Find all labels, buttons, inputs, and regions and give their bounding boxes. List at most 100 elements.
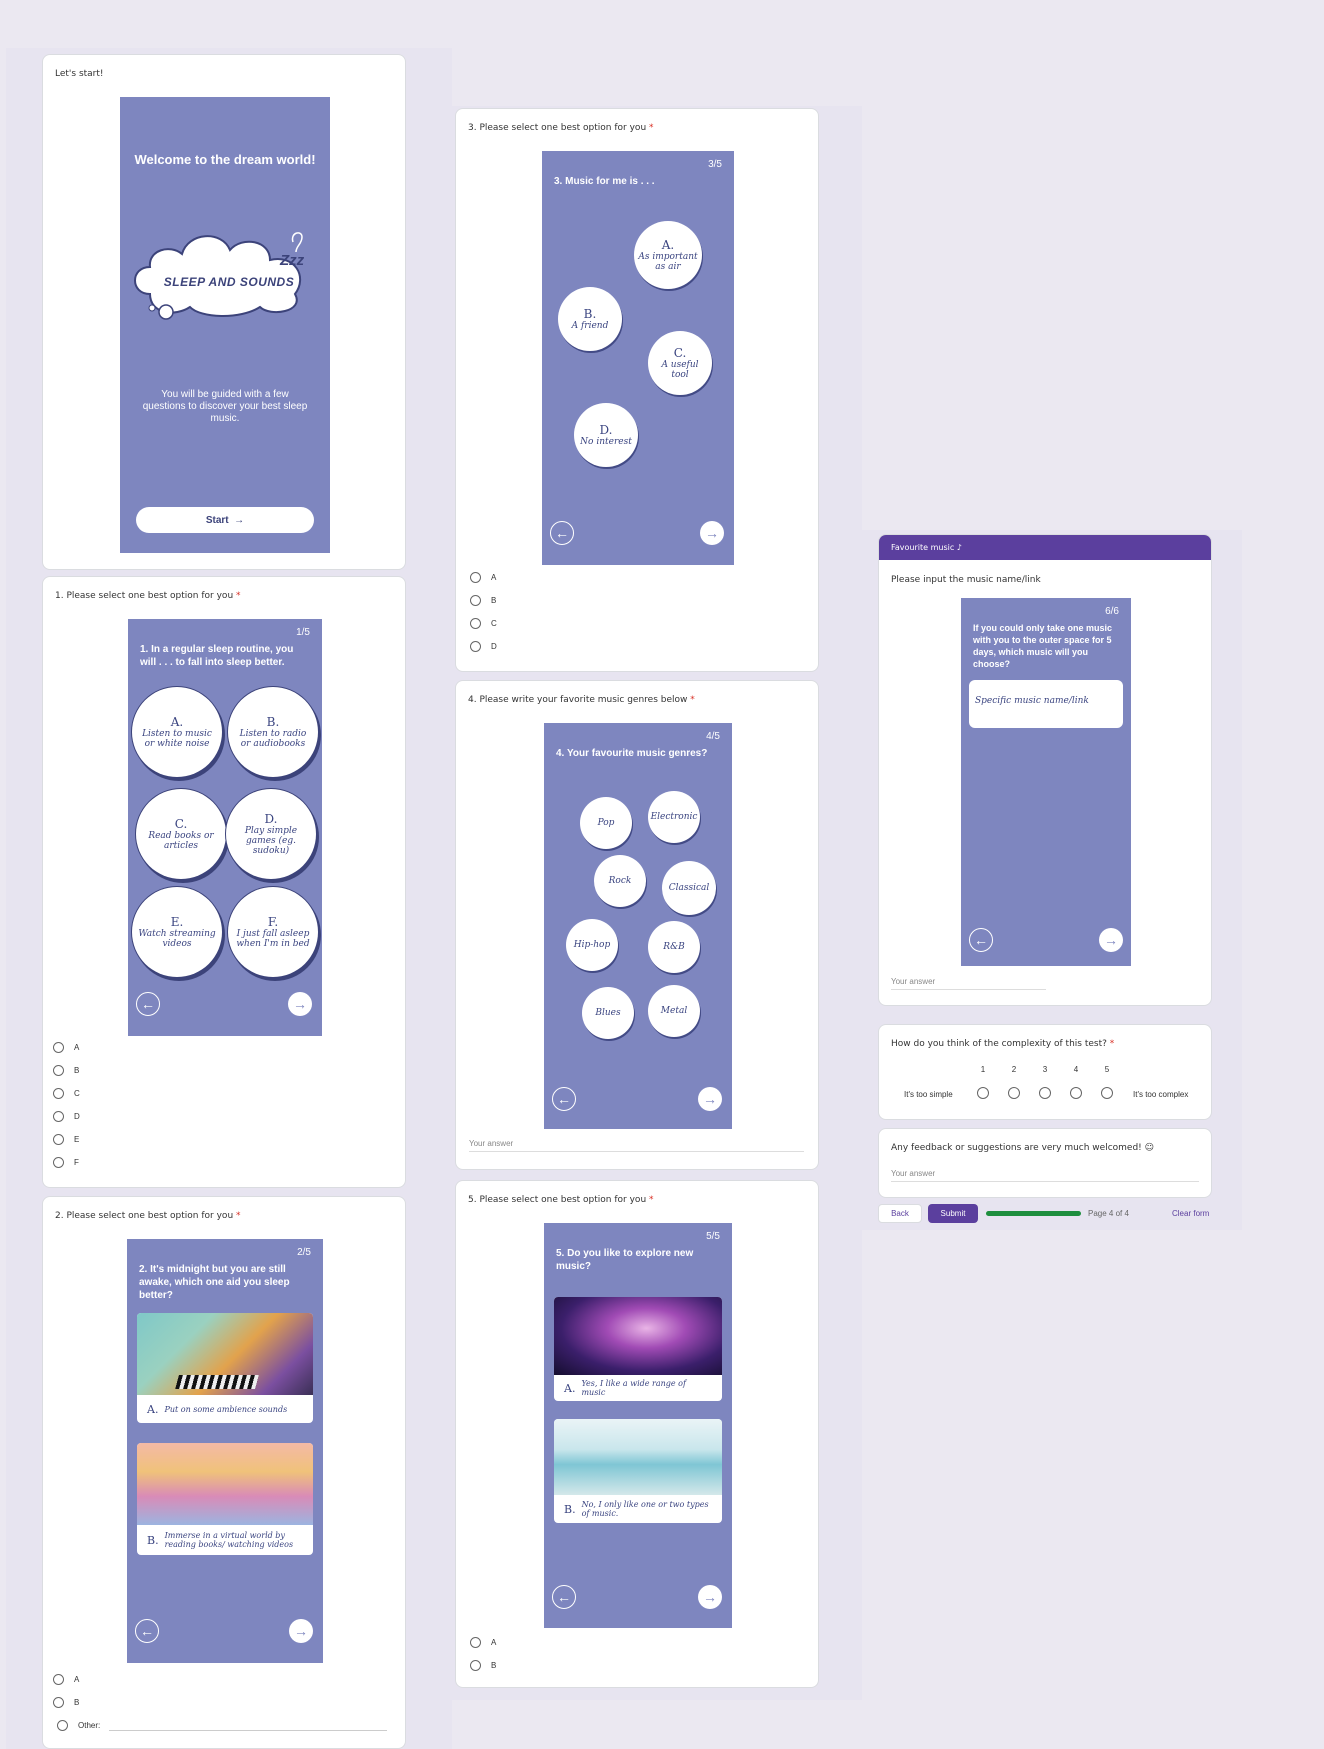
- question-1-card: 1. Please select one best option for you…: [42, 576, 406, 1188]
- next-arrow-icon[interactable]: →: [289, 1619, 313, 1643]
- question-7-card: How do you think of the complexity of th…: [878, 1024, 1212, 1120]
- radio-option-b[interactable]: B: [53, 1065, 79, 1076]
- intro-description: You will be guided with a few questions …: [142, 389, 308, 424]
- next-arrow-icon[interactable]: →: [698, 1585, 722, 1609]
- progress-fill: [986, 1211, 1081, 1216]
- radio-option-c[interactable]: C: [470, 618, 497, 629]
- radio-option-b[interactable]: B: [53, 1697, 79, 1708]
- radio-option-other[interactable]: Other:: [57, 1720, 100, 1731]
- radio-option-d[interactable]: D: [53, 1111, 80, 1122]
- radio-circle-icon: [470, 618, 481, 629]
- option-b-card[interactable]: B. No, I only like one or two types of mu…: [554, 1419, 722, 1523]
- scale-radio-3[interactable]: [1039, 1087, 1051, 1099]
- question-2-label: 2. Please select one best option for you…: [55, 1211, 241, 1221]
- page-indicator: Page 4 of 4: [1088, 1209, 1129, 1218]
- option-a-card[interactable]: A. Yes, I like a wide range of music: [554, 1297, 722, 1401]
- option-b-card[interactable]: B. Immerse in a virtual world by reading …: [137, 1443, 313, 1555]
- question-5-label: 5. Please select one best option for you…: [468, 1195, 654, 1205]
- genre-hiphop-bubble[interactable]: Hip-hop: [566, 919, 618, 971]
- intro-title: Welcome to the dream world!: [134, 152, 316, 167]
- genre-pop-bubble[interactable]: Pop: [580, 797, 632, 849]
- scale-number: 3: [1042, 1065, 1048, 1074]
- back-arrow-icon[interactable]: ←: [552, 1585, 576, 1609]
- question-4-card: 4. Please write your favorite music genr…: [455, 680, 819, 1170]
- genre-blues-bubble[interactable]: Blues: [582, 987, 634, 1039]
- submit-button[interactable]: Submit: [928, 1204, 978, 1223]
- option-c-bubble[interactable]: C. Read books or articles: [138, 791, 224, 877]
- next-arrow-icon[interactable]: →: [700, 521, 724, 545]
- option-b-bubble[interactable]: B. Listen to radio or audiobooks: [230, 689, 316, 775]
- question-6-card: Favourite music ♪ Please input the music…: [878, 534, 1212, 1006]
- option-d-bubble[interactable]: D. No interest: [574, 403, 638, 467]
- scale-number: 4: [1073, 1065, 1079, 1074]
- scale-radio-1[interactable]: [977, 1087, 989, 1099]
- question-8-card: Any feedback or suggestions are very muc…: [878, 1128, 1212, 1198]
- scale-radio-2[interactable]: [1008, 1087, 1020, 1099]
- option-f-bubble[interactable]: F. I just fall asleep when I'm in bed: [230, 889, 316, 975]
- section-header: Favourite music ♪: [879, 535, 1211, 560]
- back-arrow-icon[interactable]: ←: [969, 928, 993, 952]
- radio-option-a[interactable]: A: [470, 1637, 496, 1648]
- back-arrow-icon[interactable]: ←: [136, 992, 160, 1016]
- next-arrow-icon[interactable]: →: [288, 992, 312, 1016]
- radio-circle-icon: [470, 641, 481, 652]
- radio-circle-icon: [53, 1065, 64, 1076]
- question-title: 1. In a regular sleep routine, you will …: [140, 644, 294, 668]
- back-arrow-icon[interactable]: ←: [552, 1087, 576, 1111]
- sleep-cloud-logo: [134, 232, 303, 320]
- question-2-screen: 2/5 2. It's midnight but you are still a…: [127, 1239, 323, 1663]
- option-c-bubble[interactable]: C. A useful tool: [648, 331, 712, 395]
- answer-field[interactable]: Your answer: [891, 977, 1046, 990]
- answer-field[interactable]: Your answer: [469, 1139, 804, 1152]
- radio-circle-icon: [53, 1042, 64, 1053]
- question-title: 2. It's midnight but you are still awake…: [139, 1264, 290, 1301]
- other-text-field[interactable]: [109, 1730, 387, 1731]
- genre-electronic-bubble[interactable]: Electronic: [648, 791, 700, 843]
- answer-field[interactable]: Your answer: [891, 1169, 1199, 1182]
- question-title: 5. Do you like to explore new music?: [556, 1248, 694, 1272]
- scale-radio-4[interactable]: [1070, 1087, 1082, 1099]
- progress-indicator: 4/5: [706, 731, 720, 742]
- clear-form-button[interactable]: Clear form: [1172, 1209, 1209, 1218]
- option-a-bubble[interactable]: A. As important as air: [634, 221, 702, 289]
- progress-bar: [986, 1211, 1081, 1216]
- back-arrow-icon[interactable]: ←: [550, 521, 574, 545]
- question-title: If you could only take one music with yo…: [973, 623, 1113, 669]
- genre-rock-bubble[interactable]: Rock: [594, 855, 646, 907]
- option-e-bubble[interactable]: E. Watch streaming videos: [134, 889, 220, 975]
- radio-option-b[interactable]: B: [470, 1660, 496, 1671]
- question-3-label: 3. Please select one best option for you…: [468, 123, 654, 133]
- radio-circle-icon: [53, 1697, 64, 1708]
- radio-option-d[interactable]: D: [470, 641, 497, 652]
- question-4-label: 4. Please write your favorite music genr…: [468, 695, 695, 705]
- intro-label: Let's start!: [55, 69, 104, 79]
- radio-option-a[interactable]: A: [470, 572, 496, 583]
- genre-classical-bubble[interactable]: Classical: [662, 861, 716, 915]
- radio-option-a[interactable]: A: [53, 1042, 79, 1053]
- radio-option-b[interactable]: B: [470, 595, 496, 606]
- question-2-card: 2. Please select one best option for you…: [42, 1196, 406, 1749]
- option-d-bubble[interactable]: D. Play simple games (eg. sudoku): [228, 791, 314, 877]
- option-a-card[interactable]: A. Put on some ambience sounds: [137, 1313, 313, 1423]
- next-arrow-icon[interactable]: →: [1099, 928, 1123, 952]
- radio-option-a[interactable]: A: [53, 1674, 79, 1685]
- question-7-label: How do you think of the complexity of th…: [891, 1039, 1115, 1049]
- genre-metal-bubble[interactable]: Metal: [648, 985, 700, 1037]
- option-a-bubble[interactable]: A. Listen to music or white noise: [134, 689, 220, 775]
- radio-circle-icon: [53, 1111, 64, 1122]
- music-name-input[interactable]: Specific music name/link: [969, 680, 1123, 728]
- next-arrow-icon[interactable]: →: [698, 1087, 722, 1111]
- back-arrow-icon[interactable]: ←: [135, 1619, 159, 1643]
- castle-painting-image: [137, 1443, 313, 1525]
- option-b-bubble[interactable]: B. A friend: [558, 287, 622, 351]
- radio-option-f[interactable]: F: [53, 1157, 79, 1168]
- back-button[interactable]: Back: [878, 1204, 922, 1223]
- radio-circle-icon: [470, 572, 481, 583]
- start-button[interactable]: Start →: [136, 507, 314, 533]
- question-5-screen: 5/5 5. Do you like to explore new music?…: [544, 1223, 732, 1628]
- question-1-screen: 1/5 1. In a regular sleep routine, you w…: [128, 619, 322, 1036]
- radio-option-c[interactable]: C: [53, 1088, 80, 1099]
- scale-radio-5[interactable]: [1101, 1087, 1113, 1099]
- radio-option-e[interactable]: E: [53, 1134, 79, 1145]
- genre-rb-bubble[interactable]: R&B: [648, 921, 700, 973]
